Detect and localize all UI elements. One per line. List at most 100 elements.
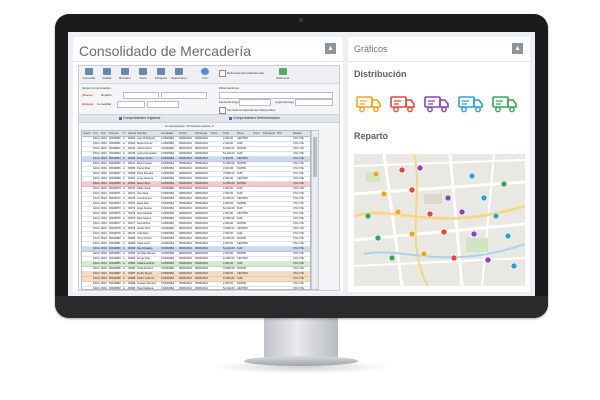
column-header[interactable]: Peso [211, 131, 222, 136]
table-cell: Emilio Reyes [137, 272, 153, 275]
tab-comprobantes-ingresos[interactable]: Comprobantes Ingresos [119, 116, 160, 120]
map-pin-icon[interactable] [408, 230, 416, 238]
auto-refresh-checkbox[interactable] [219, 70, 226, 77]
tab-comprobantes-seleccionados[interactable]: Comprobantes Seleccionados [229, 116, 280, 120]
table-cell [83, 267, 92, 271]
map-pin-icon[interactable] [394, 208, 402, 216]
table-cell: A [123, 262, 125, 265]
table-cell: 00089 [128, 282, 136, 285]
column-header[interactable]: Crd [93, 131, 100, 136]
reparto-field[interactable] [123, 92, 159, 99]
table-cell: 0001 [101, 137, 107, 140]
table-cell: CTA CTE [293, 187, 304, 190]
table-cell: 72.860,00 [223, 267, 235, 270]
filtrar-button[interactable]: Filtrapow [153, 67, 169, 82]
column-header[interactable]: Zona [237, 131, 252, 136]
table-cell [253, 187, 262, 191]
solo-disponibles-label: Ver Solo Comprobantes Disponibles [227, 108, 276, 112]
map-pin-icon[interactable] [484, 256, 492, 264]
refrescar-button[interactable]: Refrescar [275, 67, 291, 82]
table-cell [263, 227, 276, 231]
table-cell [211, 282, 222, 286]
column-header[interactable]: Cons [253, 131, 262, 136]
observaciones-field[interactable] [219, 92, 333, 99]
table-cell: 06/06/2016 [195, 147, 208, 150]
column-header[interactable]: Suc [101, 131, 108, 136]
column-header[interactable]: Cliente [128, 131, 136, 136]
repartidor-field[interactable] [147, 101, 179, 108]
table-cell: CORDOBA [161, 227, 175, 230]
grabar-button[interactable]: Grabar [99, 67, 115, 82]
scroll-thumb[interactable] [313, 137, 317, 177]
table-cell: 00001 [128, 137, 136, 140]
map-pin-icon[interactable] [420, 250, 428, 258]
map-pin-icon[interactable] [374, 234, 382, 242]
map-pin-icon[interactable] [408, 186, 416, 194]
map-pin-icon[interactable] [468, 172, 476, 180]
map-pin-icon[interactable] [380, 190, 388, 198]
consolidar-field[interactable] [117, 101, 145, 108]
column-header[interactable]: Pza [277, 131, 292, 136]
map-pin-icon[interactable] [440, 228, 448, 236]
table-cell: Ana Vega [137, 192, 149, 195]
reparto-name-field[interactable] [161, 92, 207, 99]
map-pin-icon[interactable] [470, 230, 478, 238]
eraser-icon [121, 68, 129, 75]
table-cell: 2.400,00 [223, 212, 234, 215]
map-pin-icon[interactable] [372, 170, 380, 178]
map-pin-icon[interactable] [510, 262, 518, 270]
column-header[interactable]: Localidad [161, 131, 178, 136]
table-cell [277, 242, 292, 246]
info-button[interactable]: Info [197, 67, 213, 82]
table-cell: CTA CTE [293, 227, 304, 230]
map-pin-icon[interactable] [450, 254, 458, 262]
table-cell: 00062 [128, 182, 136, 185]
table-cell: CTA CTE [293, 142, 304, 145]
lugar-entrega-field[interactable] [295, 99, 333, 106]
table-cell: 06/06/2016 [195, 212, 208, 215]
borrador-button[interactable]: Borrador [117, 67, 133, 82]
table-cell [277, 157, 292, 161]
column-header[interactable]: Copia [83, 131, 92, 136]
table-cell: Oscar Ortiz [137, 227, 151, 230]
column-header[interactable]: Total [223, 131, 236, 136]
collapse-right-panel-button[interactable]: ▲ [512, 43, 523, 54]
table-row[interactable]: FACA 0001 00042890 A 00090 Dora Maidana CORDOB… [82, 287, 310, 290]
column-header[interactable]: Tl [123, 131, 127, 136]
table-cell: 00042867 [109, 172, 121, 175]
map-pin-icon[interactable] [444, 194, 452, 202]
table-cell: 06/06/2016 [195, 227, 208, 230]
column-header[interactable]: Número [109, 131, 122, 136]
map-pin-icon[interactable] [480, 194, 488, 202]
grid-scrollbar[interactable] [311, 130, 319, 290]
table-cell [277, 207, 292, 211]
map-pin-icon[interactable] [458, 208, 466, 216]
map-pin-icon[interactable] [504, 232, 512, 240]
texto-button[interactable]: Texto [135, 67, 151, 82]
table-cell [83, 222, 92, 226]
column-header[interactable]: F.Reparto [263, 131, 276, 136]
table-cell: NORTE [237, 252, 247, 255]
table-cell [83, 227, 92, 231]
consultar-button[interactable]: Consultar [81, 67, 97, 82]
column-header[interactable]: F.Entrega [195, 131, 210, 136]
column-header[interactable]: Estado [293, 131, 310, 136]
map-pin-icon[interactable] [388, 254, 396, 262]
column-header[interactable]: Fecha [179, 131, 194, 136]
seleccionar-button[interactable]: Seleccionar [171, 67, 187, 82]
solo-disponibles-checkbox[interactable] [219, 107, 226, 114]
reparto-map[interactable] [354, 154, 525, 286]
table-cell: CORDOBA [161, 182, 175, 185]
map-pin-icon[interactable] [426, 210, 434, 218]
map-pin-icon[interactable] [364, 212, 372, 220]
map-pin-icon[interactable] [492, 212, 500, 220]
map-pin-icon[interactable] [398, 166, 406, 174]
column-header[interactable]: Nombre [137, 131, 160, 136]
collapse-left-panel-button[interactable]: ▲ [325, 43, 336, 54]
map-pin-icon[interactable] [500, 180, 508, 188]
table-cell: 06/06/2016 [179, 262, 192, 265]
fecha-entrega-field[interactable] [239, 99, 271, 106]
table-cell: CTA CTE [293, 287, 304, 290]
table-cell [211, 272, 222, 276]
map-pin-icon[interactable] [416, 164, 424, 172]
